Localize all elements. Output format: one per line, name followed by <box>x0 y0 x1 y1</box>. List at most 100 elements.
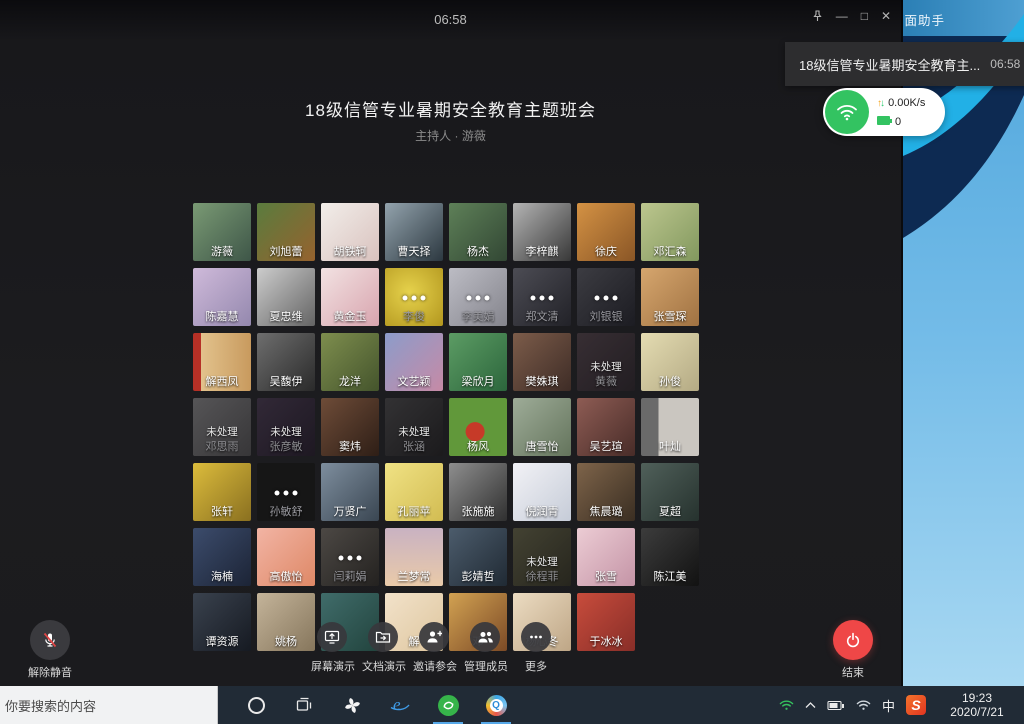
sogou-input-icon[interactable]: S <box>906 695 926 715</box>
minimize-icon[interactable]: — <box>836 9 848 23</box>
participant-tile[interactable]: 倪润青 <box>513 463 571 521</box>
participant-tile[interactable]: 未处理张涵 <box>385 398 443 456</box>
task-view-icon[interactable] <box>280 686 328 724</box>
participant-tile[interactable]: 徐庆 <box>577 203 635 261</box>
green-browser-icon[interactable] <box>424 686 472 724</box>
participant-tile[interactable]: 刘旭蕾 <box>257 203 315 261</box>
participant-tile[interactable]: 李俊 <box>385 268 443 326</box>
participant-tile[interactable]: 夏忠维 <box>257 268 315 326</box>
participant-name: 倪润青 <box>513 503 571 519</box>
participant-tile[interactable]: 孙敏舒 <box>257 463 315 521</box>
participant-name: 刘旭蕾 <box>257 243 315 259</box>
pin-icon[interactable] <box>812 10 823 22</box>
muted-mic-icon[interactable] <box>30 620 70 660</box>
pinwheel-app-icon[interactable] <box>328 686 376 724</box>
taskbar-search-box[interactable]: 你要搜索的内容 <box>0 686 218 724</box>
network-speed-widget[interactable]: ↑↓ 0.00K/s 0 <box>823 88 945 136</box>
tray-green-wifi-icon[interactable] <box>779 699 794 711</box>
participant-grid: 游薇刘旭蕾胡铁轲曹天择杨杰李梓麒徐庆邓汇森陈嘉慧夏忠维黄金玉李俊李美娟郑文清刘银… <box>193 203 699 651</box>
participant-tile[interactable]: 樊姝琪 <box>513 333 571 391</box>
participant-tile[interactable]: 未处理邓思雨 <box>193 398 251 456</box>
participant-name: 李美娟 <box>449 308 507 324</box>
ime-indicator[interactable]: 中 <box>882 696 895 715</box>
meeting-notification[interactable]: 18级信管专业暑期安全教育主... 06:58 <box>785 42 1024 86</box>
participant-name: 彭婧哲 <box>449 568 507 584</box>
participant-tile[interactable]: 张施施 <box>449 463 507 521</box>
end-meeting-control[interactable]: 结束 <box>828 620 878 680</box>
participant-tile[interactable]: 孔丽苹 <box>385 463 443 521</box>
tray-battery-icon[interactable] <box>827 700 845 711</box>
participant-tile[interactable]: 刘银银 <box>577 268 635 326</box>
internet-explorer-icon[interactable]: e <box>376 686 424 724</box>
participant-tile[interactable]: 吴艺瑄 <box>577 398 635 456</box>
participant-tile[interactable]: 邓汇森 <box>641 203 699 261</box>
members-icon <box>470 622 500 652</box>
participant-tile[interactable]: 万贤广 <box>321 463 379 521</box>
participant-tile[interactable]: 高傲怡 <box>257 528 315 586</box>
action-members[interactable]: 管理成员 <box>464 622 506 674</box>
participant-name: 曹天择 <box>385 243 443 259</box>
participant-tile[interactable]: 曹天择 <box>385 203 443 261</box>
participant-tile[interactable]: 焦晨璐 <box>577 463 635 521</box>
taskbar-clock[interactable]: 19:23 2020/7/21 <box>934 691 1020 719</box>
taskbar: 你要搜索的内容 e <box>0 686 1024 724</box>
close-icon[interactable]: ✕ <box>881 9 891 23</box>
action-label: 屏幕演示 <box>311 658 353 674</box>
participant-tile[interactable]: 龙洋 <box>321 333 379 391</box>
participant-tile[interactable]: 解西凤 <box>193 333 251 391</box>
cortana-icon[interactable] <box>232 686 280 724</box>
action-invite[interactable]: 邀请参会 <box>413 622 455 674</box>
participant-tile[interactable]: 孙俊 <box>641 333 699 391</box>
participant-name: 徐程菲 <box>513 568 571 584</box>
action-screen-share[interactable]: 屏幕演示 <box>311 622 353 674</box>
participant-tile[interactable]: 夏超 <box>641 463 699 521</box>
participant-tile[interactable]: 张雪 <box>577 528 635 586</box>
participant-tile[interactable]: 梁欣月 <box>449 333 507 391</box>
pending-label: 未处理 <box>513 554 571 569</box>
participant-name: 杨杰 <box>449 243 507 259</box>
participant-tile[interactable]: 文艺颖 <box>385 333 443 391</box>
participant-tile[interactable]: 谭资源 <box>193 593 251 651</box>
participant-tile[interactable]: 杨杰 <box>449 203 507 261</box>
participant-tile[interactable]: 李梓麒 <box>513 203 571 261</box>
tray-wifi-icon[interactable] <box>856 699 871 711</box>
participant-name: 徐庆 <box>577 243 635 259</box>
participant-tile[interactable]: 郑文清 <box>513 268 571 326</box>
participant-tile[interactable]: 兰梦常 <box>385 528 443 586</box>
participant-name: 黄薇 <box>577 373 635 389</box>
participant-tile[interactable]: 李美娟 <box>449 268 507 326</box>
participant-tile[interactable]: 张雪琛 <box>641 268 699 326</box>
participant-tile[interactable]: 窦炜 <box>321 398 379 456</box>
qq-messenger-icon[interactable]: Q <box>472 686 520 724</box>
participant-tile[interactable]: 未处理徐程菲 <box>513 528 571 586</box>
participant-tile[interactable]: 海楠 <box>193 528 251 586</box>
participant-tile[interactable]: 叶灿 <box>641 398 699 456</box>
maximize-icon[interactable]: □ <box>861 9 868 23</box>
action-more[interactable]: 更多 <box>515 622 557 674</box>
participant-tile[interactable]: 于冰冰 <box>577 593 635 651</box>
participant-tile[interactable]: 游薇 <box>193 203 251 261</box>
participant-tile[interactable]: 张轩 <box>193 463 251 521</box>
participant-tile[interactable]: 未处理黄薇 <box>577 333 635 391</box>
tray-chevron-up-icon[interactable] <box>805 702 816 709</box>
participant-name: 文艺颖 <box>385 373 443 389</box>
participant-tile[interactable]: 吴馥伊 <box>257 333 315 391</box>
battery-row: 0 <box>877 113 925 131</box>
participant-name: 张彦敏 <box>257 438 315 454</box>
participant-tile[interactable]: 胡铁轲 <box>321 203 379 261</box>
participant-tile[interactable]: 未处理张彦敏 <box>257 398 315 456</box>
participant-tile[interactable]: 唐雪怡 <box>513 398 571 456</box>
participant-tile[interactable]: 陈江美 <box>641 528 699 586</box>
participant-name: 吴馥伊 <box>257 373 315 389</box>
action-doc-share[interactable]: 文档演示 <box>362 622 404 674</box>
participant-tile[interactable]: 彭婧哲 <box>449 528 507 586</box>
participant-tile[interactable]: 黄金玉 <box>321 268 379 326</box>
speaking-dots-icon <box>467 296 490 301</box>
unmute-control[interactable]: 解除静音 <box>18 620 82 680</box>
participant-tile[interactable]: 闫莉娟 <box>321 528 379 586</box>
power-icon[interactable] <box>833 620 873 660</box>
participant-tile[interactable]: 姚杨 <box>257 593 315 651</box>
participant-tile[interactable]: 杨风 <box>449 398 507 456</box>
meeting-duration: 06:58 <box>0 12 901 27</box>
participant-tile[interactable]: 陈嘉慧 <box>193 268 251 326</box>
